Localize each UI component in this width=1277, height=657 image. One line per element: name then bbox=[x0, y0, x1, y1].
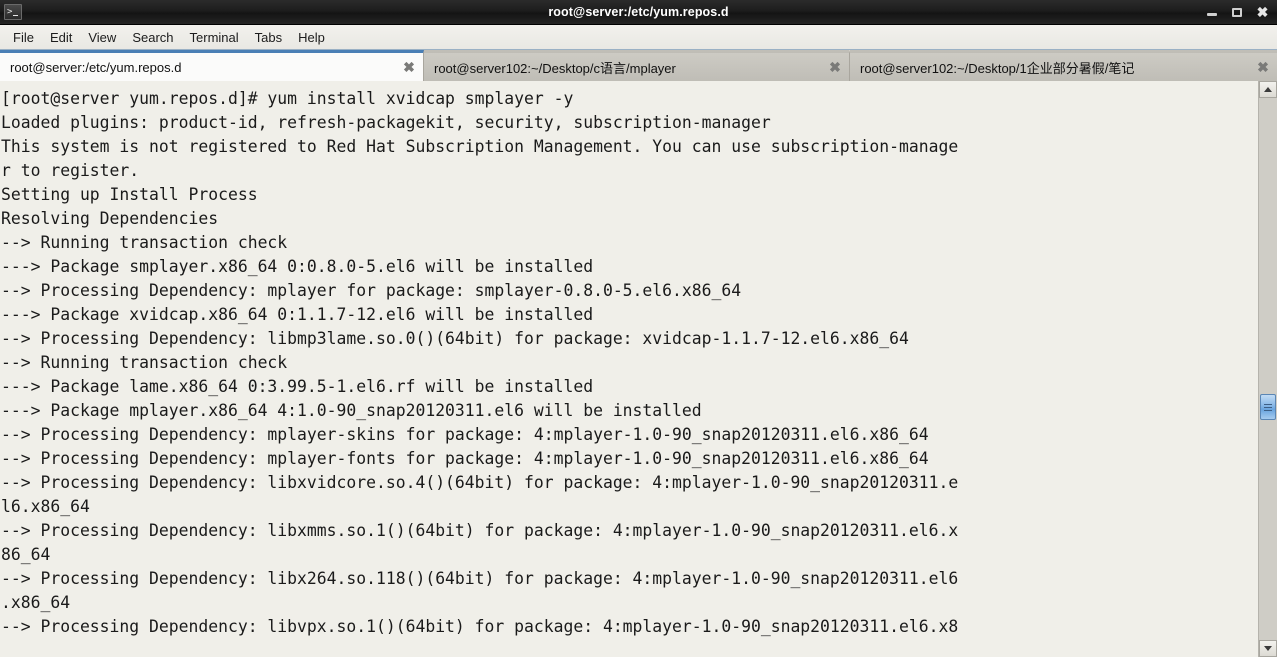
tab-close-icon[interactable]: ✖ bbox=[827, 59, 843, 75]
scrollbar-track[interactable] bbox=[1259, 98, 1277, 640]
terminal-line: This system is not registered to Red Hat… bbox=[1, 137, 959, 156]
terminal-line: --> Processing Dependency: mplayer-skins… bbox=[1, 425, 929, 444]
close-window-button[interactable]: ✖ bbox=[1256, 5, 1269, 19]
terminal-line: --> Processing Dependency: libx264.so.11… bbox=[1, 569, 959, 588]
menu-bar: File Edit View Search Terminal Tabs Help bbox=[0, 25, 1277, 50]
terminal-output[interactable]: [root@server yum.repos.d]# yum install x… bbox=[0, 81, 1258, 657]
terminal-line: [root@server yum.repos.d]# yum install x… bbox=[1, 89, 574, 108]
terminal-line: 86_64 bbox=[1, 545, 51, 564]
chevron-down-icon bbox=[1264, 646, 1272, 651]
tab-label: root@server102:~/Desktop/1企业部分暑假/笔记 bbox=[860, 60, 1135, 76]
terminal-line: ---> Package lame.x86_64 0:3.99.5-1.el6.… bbox=[1, 377, 594, 396]
terminal-line: r to register. bbox=[1, 161, 140, 180]
menu-item-edit[interactable]: Edit bbox=[42, 28, 80, 47]
terminal-line: ---> Package xvidcap.x86_64 0:1.1.7-12.e… bbox=[1, 305, 594, 324]
menu-item-file[interactable]: File bbox=[5, 28, 42, 47]
scroll-down-icon[interactable] bbox=[1259, 640, 1277, 657]
menu-item-tabs[interactable]: Tabs bbox=[247, 28, 290, 47]
terminal-line: Resolving Dependencies bbox=[1, 209, 219, 228]
scrollbar-thumb[interactable] bbox=[1260, 394, 1276, 420]
tab-bar: root@server:/etc/yum.repos.d ✖ root@serv… bbox=[0, 50, 1277, 81]
grip-line bbox=[1264, 406, 1272, 408]
terminal-icon bbox=[4, 4, 22, 20]
maximize-button[interactable] bbox=[1231, 6, 1244, 19]
terminal-line: --> Processing Dependency: libvpx.so.1()… bbox=[1, 617, 959, 636]
terminal-line: ---> Package smplayer.x86_64 0:0.8.0-5.e… bbox=[1, 257, 594, 276]
menu-item-search[interactable]: Search bbox=[124, 28, 181, 47]
terminal-line: --> Running transaction check bbox=[1, 233, 288, 252]
menu-item-terminal[interactable]: Terminal bbox=[182, 28, 247, 47]
tab-close-icon[interactable]: ✖ bbox=[401, 59, 417, 75]
grip-line bbox=[1264, 403, 1272, 405]
window-title: root@server:/etc/yum.repos.d bbox=[548, 5, 729, 19]
terminal-line: --> Processing Dependency: mplayer-fonts… bbox=[1, 449, 929, 468]
terminal-line: Setting up Install Process bbox=[1, 185, 258, 204]
terminal-line: .x86_64 bbox=[1, 593, 71, 612]
terminal-window: root@server:/etc/yum.repos.d ✖ File Edit… bbox=[0, 0, 1277, 657]
minimize-button[interactable] bbox=[1206, 6, 1219, 19]
tab-mplayer[interactable]: root@server102:~/Desktop/c语言/mplayer ✖ bbox=[424, 50, 850, 81]
title-bar: root@server:/etc/yum.repos.d ✖ bbox=[0, 0, 1277, 25]
terminal-line: --> Processing Dependency: libxmms.so.1(… bbox=[1, 521, 959, 540]
menu-item-view[interactable]: View bbox=[80, 28, 124, 47]
terminal-scrollbar[interactable] bbox=[1258, 81, 1277, 657]
terminal-line: --> Running transaction check bbox=[1, 353, 288, 372]
menu-item-help[interactable]: Help bbox=[290, 28, 333, 47]
tab-biji[interactable]: root@server102:~/Desktop/1企业部分暑假/笔记 ✖ bbox=[850, 50, 1277, 81]
grip-line bbox=[1264, 409, 1272, 411]
terminal-area: [root@server yum.repos.d]# yum install x… bbox=[0, 81, 1277, 657]
terminal-line: Loaded plugins: product-id, refresh-pack… bbox=[1, 113, 771, 132]
terminal-line: --> Processing Dependency: libxvidcore.s… bbox=[1, 473, 959, 492]
terminal-line: --> Processing Dependency: mplayer for p… bbox=[1, 281, 742, 300]
chevron-up-icon bbox=[1264, 87, 1272, 92]
tab-label: root@server:/etc/yum.repos.d bbox=[10, 59, 182, 75]
terminal-line: l6.x86_64 bbox=[1, 497, 90, 516]
tab-yum-repos-d[interactable]: root@server:/etc/yum.repos.d ✖ bbox=[0, 50, 424, 81]
terminal-line: ---> Package mplayer.x86_64 4:1.0-90_sna… bbox=[1, 401, 702, 420]
window-controls: ✖ bbox=[1206, 5, 1277, 19]
terminal-line: --> Processing Dependency: libmp3lame.so… bbox=[1, 329, 909, 348]
tab-label: root@server102:~/Desktop/c语言/mplayer bbox=[434, 60, 676, 76]
tab-close-icon[interactable]: ✖ bbox=[1255, 59, 1271, 75]
scroll-up-icon[interactable] bbox=[1259, 81, 1277, 98]
